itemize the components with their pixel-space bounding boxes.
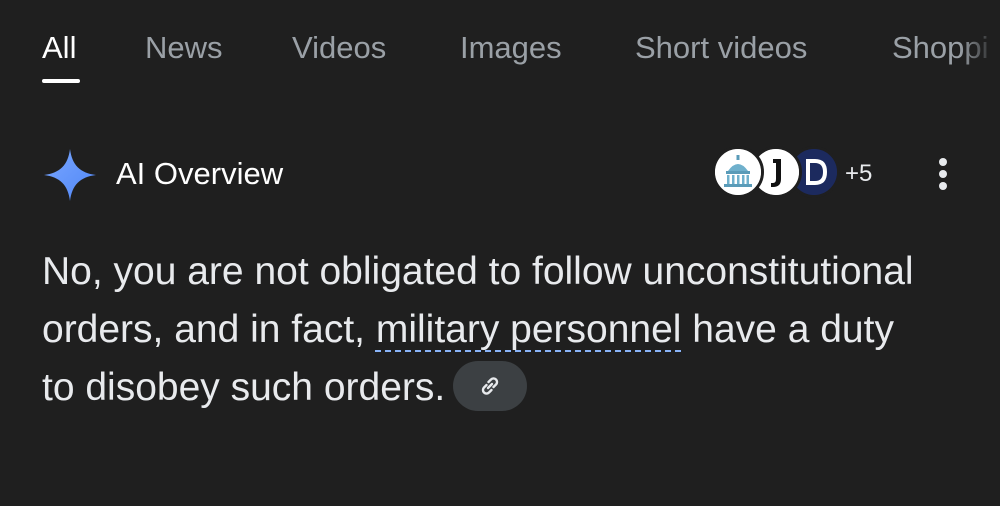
tab-images[interactable]: Images — [460, 28, 562, 68]
ai-overview-title: AI Overview — [116, 156, 284, 191]
capitol-building-icon — [712, 146, 764, 198]
search-tabs: All News Videos Images Short videos Shop… — [0, 0, 1000, 100]
link-icon — [482, 376, 499, 395]
ai-overview-answer: No, you are not obligated to follow unco… — [42, 243, 922, 417]
sparkle-icon — [44, 149, 96, 201]
more-sources-count[interactable]: +5 — [845, 158, 872, 190]
tab-short-videos[interactable]: Short videos — [635, 28, 807, 68]
tab-shopping[interactable]: Shoppi — [892, 28, 989, 68]
vertical-dots-icon[interactable] — [928, 152, 958, 196]
tab-all[interactable]: All — [42, 28, 76, 68]
source-avatars[interactable] — [712, 144, 852, 204]
source-link-button[interactable] — [453, 360, 528, 411]
tab-news[interactable]: News — [145, 28, 223, 68]
tab-videos[interactable]: Videos — [292, 28, 386, 68]
military-personnel-link[interactable]: military personnel — [376, 308, 682, 351]
active-tab-indicator — [42, 79, 80, 83]
